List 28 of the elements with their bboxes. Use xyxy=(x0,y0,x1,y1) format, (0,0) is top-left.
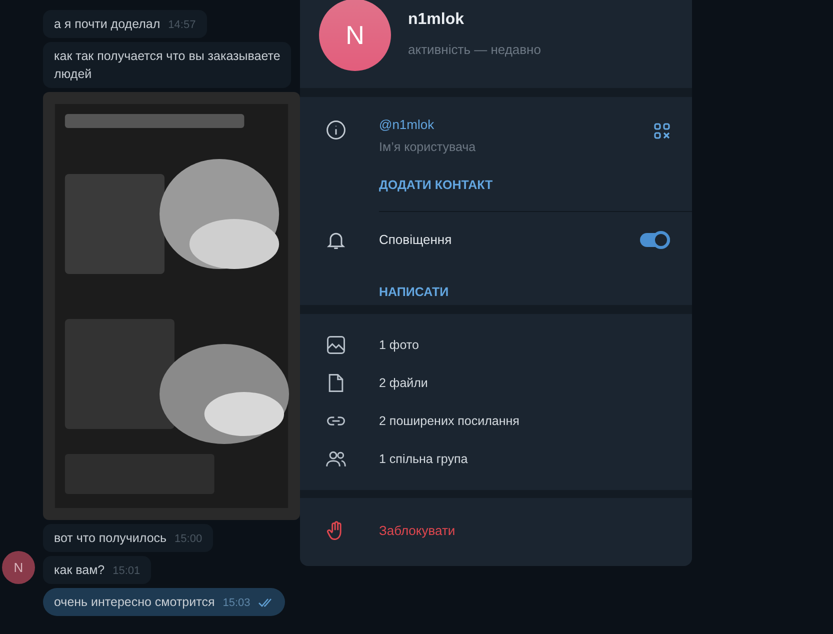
notifications-label: Сповіщення xyxy=(379,231,452,250)
profile-status: активність — недавно xyxy=(408,41,541,60)
username-label: Ім’я користувача xyxy=(379,138,476,156)
message-text: а я почти доделал xyxy=(54,16,160,33)
notifications-toggle[interactable] xyxy=(640,233,670,247)
add-contact-button[interactable]: ДОДАТИ КОНТАКТ xyxy=(379,176,493,195)
message-text: как так получается что вы заказываете людей xyxy=(54,48,280,83)
message-time: 15:01 xyxy=(112,564,140,578)
media-item[interactable]: 2 поширених посилання xyxy=(379,412,520,430)
info-icon xyxy=(325,119,347,141)
username-link[interactable]: @n1mlok xyxy=(379,115,476,134)
user-avatar[interactable]: N xyxy=(2,551,35,584)
double-check-icon xyxy=(258,598,274,608)
message-text: как вам? xyxy=(54,562,105,579)
profile-name: n1mlok xyxy=(408,10,466,30)
media-item[interactable]: 1 фото xyxy=(379,336,419,354)
qr-code-icon[interactable] xyxy=(654,123,670,139)
media-item[interactable]: 2 файли xyxy=(379,374,428,392)
message-time: 15:00 xyxy=(174,532,202,546)
message-text: вот что получилось xyxy=(54,530,167,547)
write-message-button[interactable]: НАПИСАТИ xyxy=(379,283,449,302)
profile-avatar: N xyxy=(319,0,391,71)
message-time: 14:57 xyxy=(168,18,196,32)
message-time: 15:03 xyxy=(222,596,250,610)
media-item[interactable]: 1 спільна група xyxy=(379,450,468,468)
image-icon xyxy=(325,334,347,356)
message-text: очень интересно смотрится xyxy=(54,594,215,611)
block-button[interactable]: Заблокувати xyxy=(379,521,456,541)
